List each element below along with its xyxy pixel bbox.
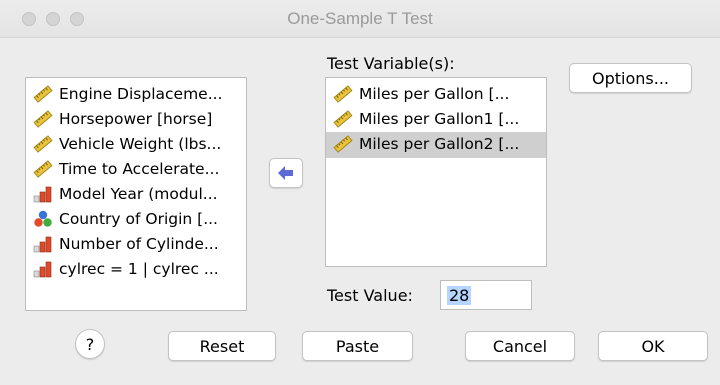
source-variable-item[interactable]: Vehicle Weight (lbs... (32, 132, 221, 156)
source-variable-item-label: Vehicle Weight (lbs... (59, 135, 222, 153)
test-variable-item-label: Miles per Gallon1 [... (359, 110, 520, 128)
test-variable-item[interactable]: Miles per Gallon [... (332, 82, 509, 106)
source-variable-item[interactable]: Model Year (modul... (32, 182, 218, 206)
arrow-left-icon (278, 166, 293, 180)
help-button[interactable]: ? (75, 329, 105, 359)
source-variable-list[interactable]: Engine Displaceme... Horsepower [horse] Ve… (25, 77, 247, 311)
options-button[interactable]: Options... (569, 63, 692, 93)
source-variable-item[interactable]: Horsepower [horse] (32, 107, 212, 131)
paste-button[interactable]: Paste (302, 331, 413, 361)
test-variable-item[interactable]: Miles per Gallon1 [... (332, 107, 519, 131)
scale-ruler-icon (332, 84, 354, 104)
scale-ruler-icon (32, 159, 54, 179)
test-variable-item-label: Miles per Gallon2 [... (359, 135, 520, 153)
reset-button[interactable]: Reset (168, 331, 276, 361)
source-variable-item-label: Horsepower [horse] (59, 110, 213, 128)
source-variable-item-label: cylrec = 1 | cylrec ... (59, 260, 219, 278)
scale-ruler-icon (332, 109, 354, 129)
ordinal-bar-icon (32, 184, 54, 204)
source-variable-item-label: Time to Accelerate... (59, 160, 220, 178)
ordinal-bar-icon (32, 259, 54, 279)
nominal-circles-icon (32, 209, 54, 229)
test-value-field[interactable]: 28 (440, 280, 532, 310)
title-bar: One-Sample T Test (0, 0, 720, 38)
source-variable-item[interactable]: Engine Displaceme... (32, 82, 222, 106)
one-sample-t-test-dialog: One-Sample T Test Engine Displaceme... Ho… (0, 0, 720, 385)
test-variable-item-label: Miles per Gallon [... (359, 85, 510, 103)
ordinal-bar-icon (32, 234, 54, 254)
scale-ruler-icon (32, 109, 54, 129)
source-variable-item-label: Number of Cylinde... (59, 235, 219, 253)
test-value-text: 28 (447, 285, 472, 305)
source-variable-item[interactable]: Time to Accelerate... (32, 157, 219, 181)
move-variable-button[interactable] (269, 158, 303, 188)
scale-ruler-icon (332, 134, 354, 154)
source-variable-item[interactable]: Country of Origin [... (32, 207, 218, 231)
scale-ruler-icon (32, 84, 54, 104)
ok-button[interactable]: OK (598, 331, 708, 361)
source-variable-item-label: Model Year (modul... (59, 185, 218, 203)
test-variables-list[interactable]: Miles per Gallon [... Miles per Gallon1 [… (325, 77, 547, 267)
source-variable-item[interactable]: cylrec = 1 | cylrec ... (32, 257, 219, 281)
scale-ruler-icon (32, 134, 54, 154)
test-variables-label: Test Variable(s): (327, 54, 455, 73)
test-variable-item[interactable]: Miles per Gallon2 [... (325, 132, 547, 158)
test-value-label: Test Value: (327, 286, 413, 305)
source-variable-item-label: Country of Origin [... (59, 210, 218, 228)
cancel-button[interactable]: Cancel (465, 331, 575, 361)
window-title: One-Sample T Test (287, 9, 433, 28)
source-variable-item-label: Engine Displaceme... (59, 85, 223, 103)
source-variable-item[interactable]: Number of Cylinde... (32, 232, 219, 256)
